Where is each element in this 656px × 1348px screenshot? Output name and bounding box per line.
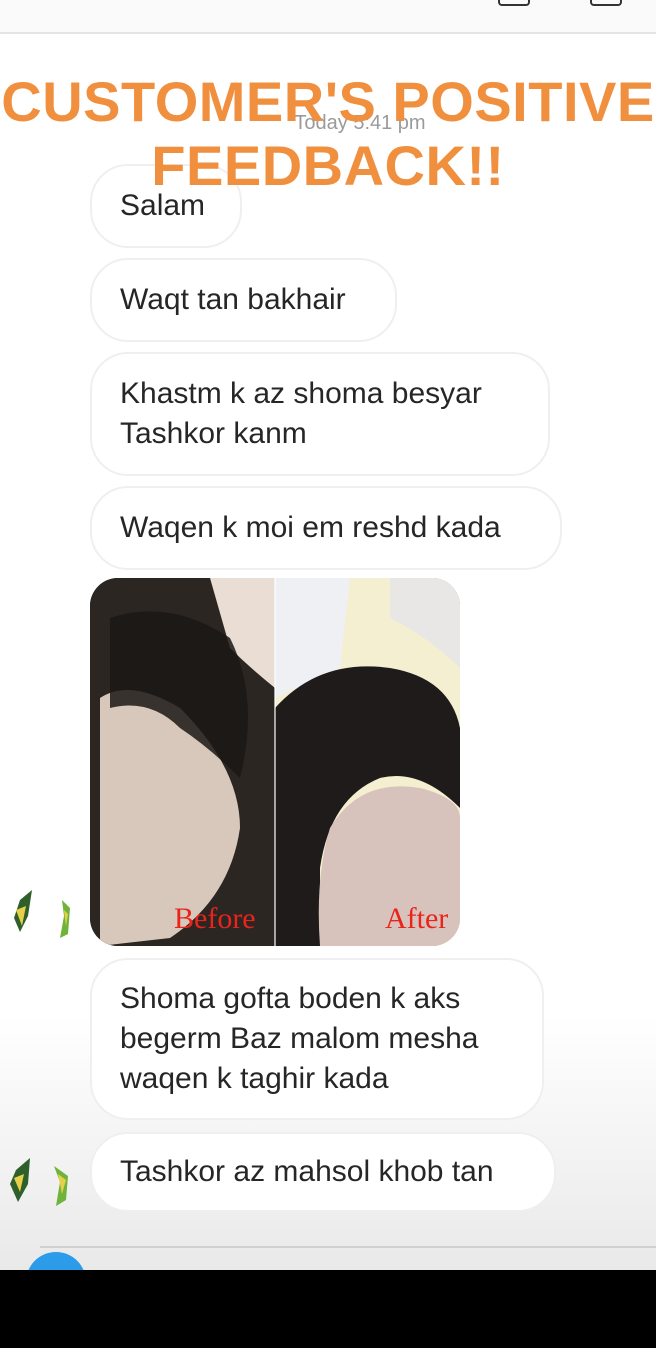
- message-text: Khastm k az shoma besyar Tashkor kanm: [120, 377, 482, 450]
- info-icon[interactable]: [590, 0, 622, 6]
- after-label: After: [385, 902, 449, 935]
- camera-icon[interactable]: [498, 0, 530, 6]
- message-text: Shoma gofta boden k aks begerm Baz malom…: [120, 982, 479, 1095]
- before-label: Before: [174, 902, 256, 935]
- message-text: Tashkor az mahsol khob tan: [120, 1155, 494, 1188]
- message-composer-divider: [40, 1246, 656, 1248]
- camera-button[interactable]: [26, 1252, 86, 1270]
- message-bubble[interactable]: Tashkor az mahsol khob tan: [90, 1132, 556, 1212]
- feedback-title-line-2: FEEDBACK!!: [151, 134, 505, 197]
- sender-avatar-icon[interactable]: [6, 1150, 76, 1210]
- message-bubble[interactable]: Waqt tan bakhair: [90, 258, 397, 342]
- feedback-title-overlay: CUSTOMER'S POSITIVE FEEDBACK!!: [0, 70, 656, 198]
- message-text: Waqt tan bakhair: [120, 283, 346, 316]
- message-bubble[interactable]: Khastm k az shoma besyar Tashkor kanm: [90, 352, 550, 476]
- hair-comparison-image: [90, 578, 460, 946]
- feedback-title-line-1: CUSTOMER'S POSITIVE: [1, 70, 655, 133]
- message-bubble[interactable]: Waqen k moi em reshd kada: [90, 486, 562, 570]
- message-text: Waqen k moi em reshd kada: [120, 511, 501, 544]
- top-status-bar: [0, 0, 656, 34]
- chat-screen: CUSTOMER'S POSITIVE FEEDBACK!! Today 5:4…: [0, 0, 656, 1270]
- message-bubble[interactable]: Shoma gofta boden k aks begerm Baz malom…: [90, 958, 544, 1120]
- sender-avatar-icon[interactable]: [6, 886, 76, 946]
- before-after-photo[interactable]: Before After: [90, 578, 460, 946]
